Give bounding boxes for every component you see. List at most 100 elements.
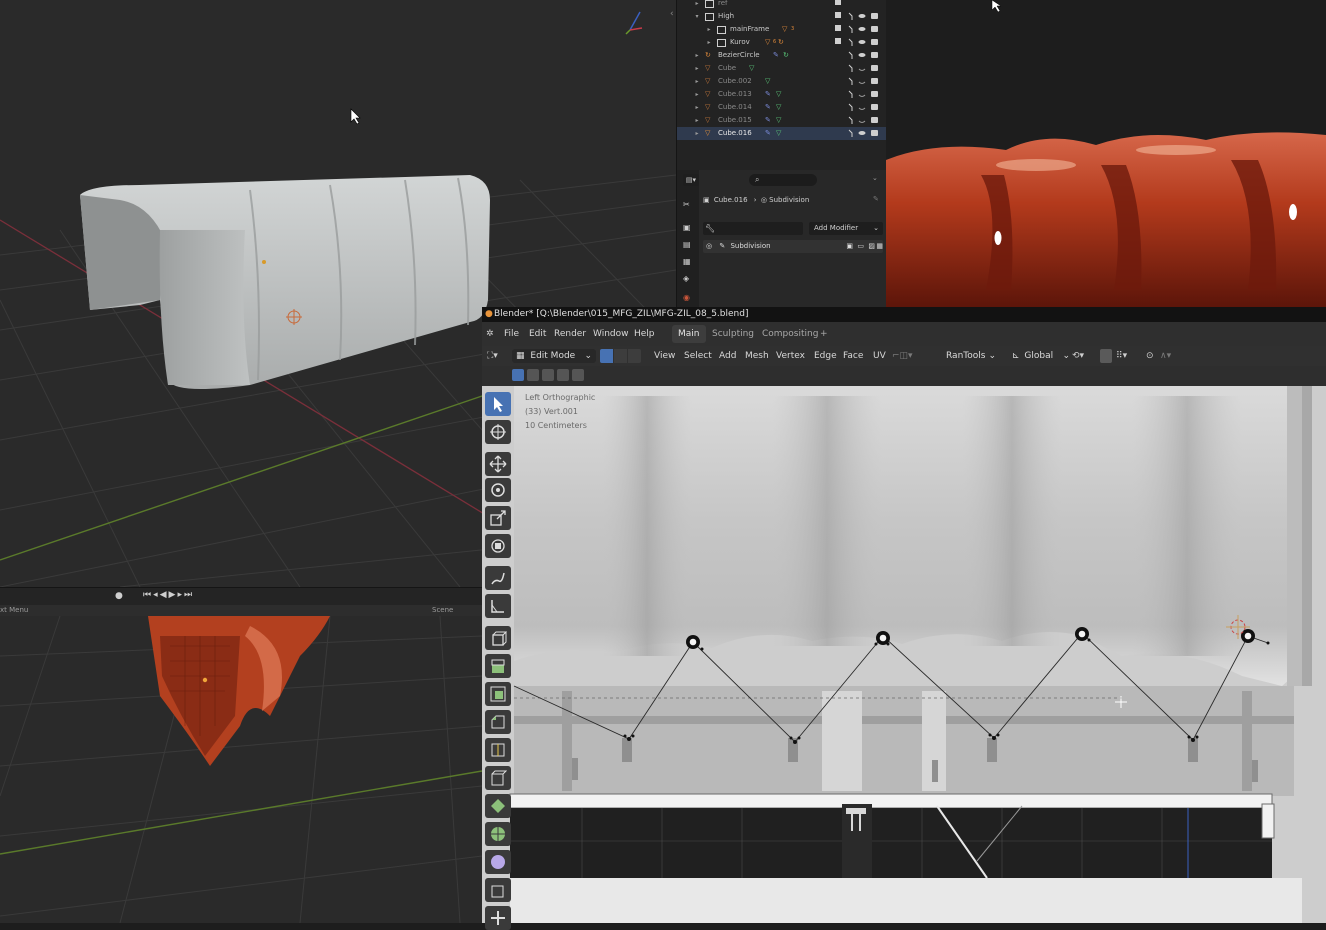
- expand-arrow-icon[interactable]: ▸: [705, 36, 713, 49]
- editor-type-icon[interactable]: ⛶▾: [487, 346, 498, 366]
- expand-arrow-icon[interactable]: ▸: [693, 127, 701, 140]
- properties-tab-bar[interactable]: ✂ ▣ ▤ ▦ ◈ ◉: [677, 170, 699, 310]
- tool-shelf[interactable]: [482, 386, 514, 930]
- shrink-fatten-tool[interactable]: [485, 906, 511, 930]
- snap-toggle[interactable]: [1100, 349, 1112, 363]
- pivot-icon[interactable]: ⟲▾: [1072, 346, 1084, 366]
- menu-file[interactable]: File: [504, 322, 519, 346]
- collapse-arrow-icon[interactable]: ▾: [693, 10, 701, 23]
- menu-select[interactable]: Select: [684, 346, 712, 366]
- rotate-tool[interactable]: [485, 478, 511, 502]
- output-tab-icon[interactable]: ▤: [683, 240, 691, 249]
- select-mode-intersect-button[interactable]: [572, 369, 584, 381]
- curve-icon: ↻: [778, 38, 784, 46]
- select-mode-new-button[interactable]: [512, 369, 524, 381]
- render-tab-icon[interactable]: ▣: [683, 223, 691, 232]
- pin-icon[interactable]: ✎: [873, 195, 879, 203]
- expand-arrow-icon[interactable]: ▸: [693, 49, 701, 62]
- playback-controls[interactable]: ⏮◂◀▶▸⏭: [143, 590, 194, 600]
- menu-uv[interactable]: UV: [873, 346, 886, 366]
- modifier-filter-field[interactable]: 🔧︎: [703, 222, 803, 235]
- mode-dropdown[interactable]: ▦ Edit Mode ⌄: [512, 349, 596, 363]
- menu-add[interactable]: Add: [719, 346, 736, 366]
- bevel-tool[interactable]: [485, 710, 511, 734]
- snap-target-icon[interactable]: ⠿▾: [1116, 346, 1127, 366]
- scene-tab-icon[interactable]: ◈: [683, 274, 689, 283]
- modifier-expand-icon[interactable]: ◎: [706, 242, 712, 250]
- transform-orientation-dropdown[interactable]: ⊾ Global ⌄: [1008, 349, 1070, 363]
- menu-help[interactable]: Help: [634, 322, 655, 346]
- extrude-tool[interactable]: [485, 654, 511, 678]
- blender-menu-icon[interactable]: ✲: [486, 322, 494, 346]
- main-3d-viewport[interactable]: [482, 386, 1326, 923]
- cursor-tool[interactable]: [485, 420, 511, 444]
- add-workspace-button[interactable]: +: [814, 325, 834, 343]
- expand-arrow-icon[interactable]: ▸: [693, 88, 701, 101]
- editor-type-dropdown[interactable]: ▤▾: [683, 174, 699, 186]
- loop-cut-tool[interactable]: [485, 738, 511, 762]
- falloff-icon[interactable]: ∧▾: [1160, 346, 1171, 366]
- properties-search-input[interactable]: ⌕: [749, 174, 817, 186]
- expand-arrow-icon[interactable]: ▸: [693, 75, 701, 88]
- world-tab-icon[interactable]: ◉: [683, 293, 690, 302]
- record-icon[interactable]: ●: [115, 591, 123, 601]
- top-menubar[interactable]: ✲ File Edit Render Window Help Main Scul…: [482, 322, 1326, 346]
- bottom-left-viewport[interactable]: [0, 616, 482, 923]
- scale-tool[interactable]: [485, 506, 511, 530]
- edge-slide-tool[interactable]: [485, 878, 511, 902]
- menu-face[interactable]: Face: [843, 346, 863, 366]
- select-box-tool[interactable]: [485, 392, 511, 416]
- knife-tool[interactable]: [485, 766, 511, 790]
- transform-tool[interactable]: [485, 534, 511, 558]
- view-layer-tab-icon[interactable]: ▦: [683, 257, 691, 266]
- face-select-button[interactable]: [628, 349, 641, 363]
- menu-vertex[interactable]: Vertex: [776, 346, 805, 366]
- add-cube-tool[interactable]: [485, 626, 511, 650]
- camera-icon[interactable]: ▣: [846, 240, 853, 253]
- menu-view[interactable]: View: [654, 346, 675, 366]
- menu-mesh[interactable]: Mesh: [745, 346, 769, 366]
- vertex-extra-icon[interactable]: ⌐◫▾: [892, 346, 913, 366]
- monitor-icon[interactable]: ▭: [857, 240, 864, 253]
- menu-render[interactable]: Render: [554, 322, 586, 346]
- tool-settings-bar[interactable]: [482, 366, 1326, 386]
- vertex-select-button[interactable]: [600, 349, 613, 363]
- 3d-viewport-header[interactable]: ⛶▾ ▦ Edit Mode ⌄ View Select Add Mesh Ve…: [482, 346, 1326, 366]
- spin-tool[interactable]: [485, 822, 511, 846]
- outliner-panel[interactable]: ▸ ref ▾ High ▸ mainFrame ▽ 3 ▸ Kurov ▽ 6…: [676, 0, 887, 170]
- timeline-bar[interactable]: ● ⏮◂◀▶▸⏭: [0, 587, 482, 606]
- blender-window[interactable]: ● Blender* [Q:\Blender\015_MFG_ZIL\MFG-Z…: [482, 307, 1326, 930]
- window-titlebar[interactable]: ● Blender* [Q:\Blender\015_MFG_ZIL\MFG-Z…: [482, 307, 1326, 322]
- tab-main[interactable]: Main: [672, 325, 706, 343]
- expand-arrow-icon[interactable]: ▸: [693, 101, 701, 114]
- expand-arrow-icon[interactable]: ▸: [693, 0, 701, 10]
- tab-sculpting[interactable]: Sculpting: [706, 325, 760, 343]
- expand-arrow-icon[interactable]: ▸: [693, 114, 701, 127]
- chevron-down-icon[interactable]: ⌄: [872, 174, 878, 182]
- menu-window[interactable]: Window: [593, 322, 629, 346]
- add-modifier-dropdown[interactable]: Add Modifier ⌄: [809, 222, 883, 235]
- menu-edge[interactable]: Edge: [814, 346, 837, 366]
- poly-build-tool[interactable]: [485, 794, 511, 818]
- editmode-icon[interactable]: ▨: [868, 240, 875, 253]
- inset-faces-tool[interactable]: [485, 682, 511, 706]
- select-mode-subtract-button[interactable]: [542, 369, 554, 381]
- smooth-tool[interactable]: [485, 850, 511, 874]
- proportional-edit-icon[interactable]: ⊙: [1146, 346, 1154, 366]
- properties-panel[interactable]: ✂ ▣ ▤ ▦ ◈ ◉ ▤▾ ⌕ ⌄ ▣ Cube.016 › ◎ Subdiv…: [676, 170, 887, 310]
- visibility-toggles[interactable]: [831, 0, 887, 140]
- edge-select-button[interactable]: [614, 349, 627, 363]
- select-mode-invert-button[interactable]: [557, 369, 569, 381]
- measure-tool[interactable]: [485, 594, 511, 618]
- mesh-object-icon: ▽: [705, 103, 711, 111]
- annotate-tool[interactable]: [485, 566, 511, 590]
- expand-arrow-icon[interactable]: ▸: [705, 23, 713, 36]
- cage-icon[interactable]: ▦: [876, 240, 883, 253]
- expand-arrow-icon[interactable]: ▸: [693, 62, 701, 75]
- rantools-dropdown[interactable]: RanTools ⌄: [942, 349, 998, 363]
- move-tool[interactable]: [485, 452, 511, 476]
- select-mode-extend-button[interactable]: [527, 369, 539, 381]
- tool-tab-icon[interactable]: ✂: [683, 200, 690, 209]
- menu-edit[interactable]: Edit: [529, 322, 546, 346]
- modifier-header-subdivision[interactable]: ◎ ✎ Subdivision ▣ ▭ ▨ ▦: [703, 240, 883, 253]
